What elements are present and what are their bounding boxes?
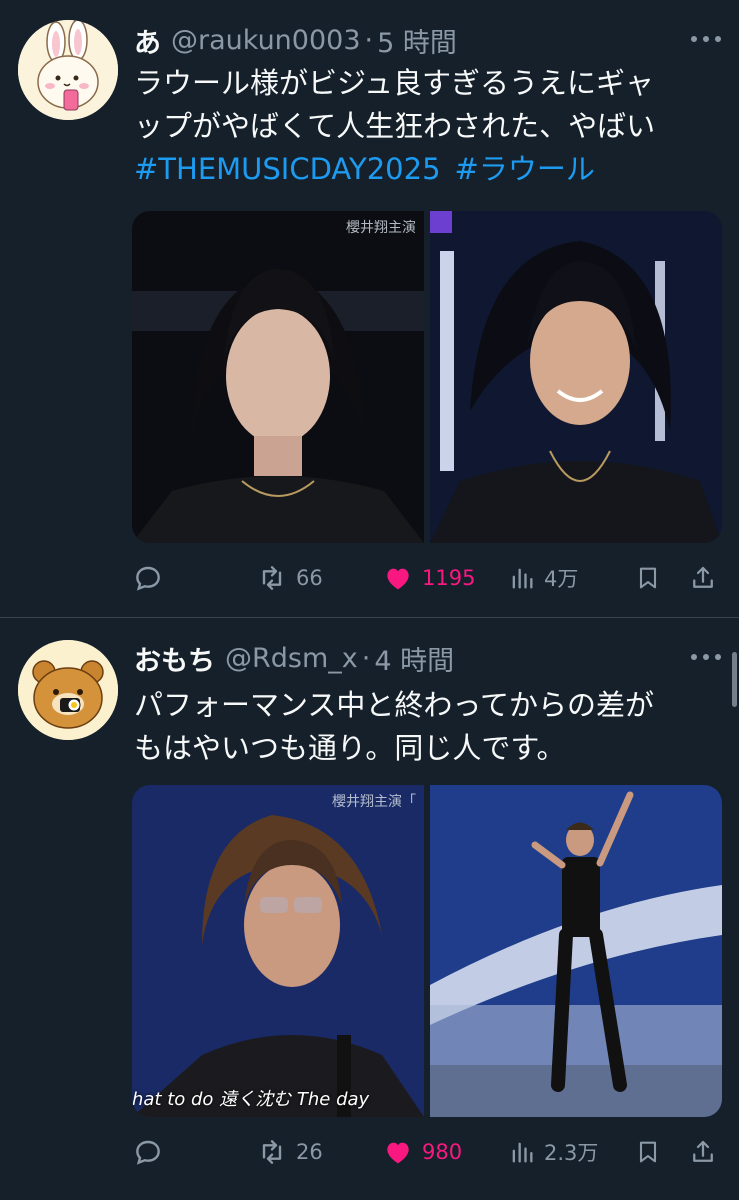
views-button[interactable]: 2.3万: [508, 1132, 598, 1172]
tweet-header: おもち @Rdsm_x · 4 時間: [134, 636, 454, 680]
user-handle[interactable]: @raukun0003: [171, 25, 361, 56]
display-name[interactable]: あ: [134, 21, 161, 60]
reply-button[interactable]: [132, 558, 164, 598]
media-grid: 櫻井翔主演「 hat to do 遠く沈む The day: [132, 785, 722, 1117]
media-overlay-text: 櫻井翔主演: [346, 220, 416, 236]
media-overlay-text: 櫻井翔主演「: [332, 794, 416, 810]
views-icon: [512, 568, 533, 589]
tweet-text-line: もはやいつも通り。同じ人です。: [134, 731, 566, 765]
retweet-button[interactable]: 26: [256, 1132, 323, 1172]
media-grid: 櫻井翔主演: [132, 211, 722, 543]
separator: ·: [364, 24, 374, 56]
heart-icon: [387, 1142, 409, 1164]
display-name[interactable]: おもち: [134, 639, 215, 678]
retweet-count: 66: [296, 566, 323, 590]
like-button[interactable]: 980: [382, 1132, 462, 1172]
tweet-text-line: パフォーマンス中と終わってからの差が: [134, 688, 654, 722]
media-photo[interactable]: 櫻井翔主演「 hat to do 遠く沈む The day: [132, 785, 424, 1117]
hashtag-link[interactable]: #ラウール: [455, 152, 595, 186]
like-button[interactable]: 1195: [382, 558, 475, 598]
avatar[interactable]: [18, 20, 118, 120]
heart-icon: [387, 568, 409, 590]
tweet-text: ラウール様がビジュ良すぎるうえにギャ ップがやばくて人生狂わされた、やばい #T…: [134, 62, 724, 191]
more-icon[interactable]: [691, 644, 721, 670]
views-button[interactable]: 4万: [508, 558, 578, 598]
like-count: 980: [422, 1140, 463, 1164]
more-icon[interactable]: [691, 26, 721, 52]
bookmark-icon: [639, 1141, 657, 1163]
views-count: 4万: [544, 567, 579, 591]
tweet-text-line: ラウール様がビジュ良すぎるうえにギャ: [134, 66, 654, 100]
avatar[interactable]: [18, 640, 118, 740]
reply-icon: [136, 1140, 160, 1165]
retweet-icon: [262, 566, 282, 590]
tweet-actions: 26 980 2.3万: [132, 1132, 722, 1172]
retweet-icon: [262, 1140, 282, 1164]
timestamp[interactable]: 4 時間: [374, 639, 454, 678]
bookmark-button[interactable]: [634, 1132, 662, 1172]
share-button[interactable]: [688, 558, 718, 598]
views-count: 2.3万: [544, 1141, 599, 1165]
bookmark-icon: [639, 567, 657, 589]
tweet-header: あ @raukun0003 · 5 時間: [134, 18, 457, 62]
retweet-button[interactable]: 66: [256, 558, 323, 598]
views-icon: [512, 1142, 533, 1163]
user-handle[interactable]: @Rdsm_x: [225, 643, 358, 674]
retweet-count: 26: [296, 1140, 323, 1164]
tweet[interactable]: あ @raukun0003 · 5 時間 ラウール様がビジュ良すぎるうえにギャ …: [0, 0, 739, 617]
reply-icon: [136, 566, 160, 591]
hashtag-link[interactable]: #THEMUSICDAY2025: [134, 152, 441, 186]
reply-button[interactable]: [132, 1132, 164, 1172]
like-count: 1195: [422, 566, 476, 590]
tweet-text-line: ップがやばくて人生狂わされた、やばい: [134, 109, 656, 143]
media-photo[interactable]: [430, 211, 722, 543]
share-icon: [693, 566, 713, 588]
separator: ·: [361, 642, 371, 674]
timestamp[interactable]: 5 時間: [377, 21, 457, 60]
media-caption: hat to do 遠く沈む The day: [132, 1089, 370, 1110]
tweet-actions: 66 1195 4万: [132, 558, 722, 598]
media-photo[interactable]: [430, 785, 722, 1117]
share-icon: [693, 1140, 713, 1162]
scrollbar[interactable]: [732, 652, 737, 707]
tweet[interactable]: おもち @Rdsm_x · 4 時間 パフォーマンス中と終わってからの差が もは…: [0, 618, 739, 1200]
bookmark-button[interactable]: [634, 558, 662, 598]
share-button[interactable]: [688, 1132, 718, 1172]
tweet-text: パフォーマンス中と終わってからの差が もはやいつも通り。同じ人です。: [134, 684, 724, 770]
media-photo[interactable]: 櫻井翔主演: [132, 211, 424, 543]
